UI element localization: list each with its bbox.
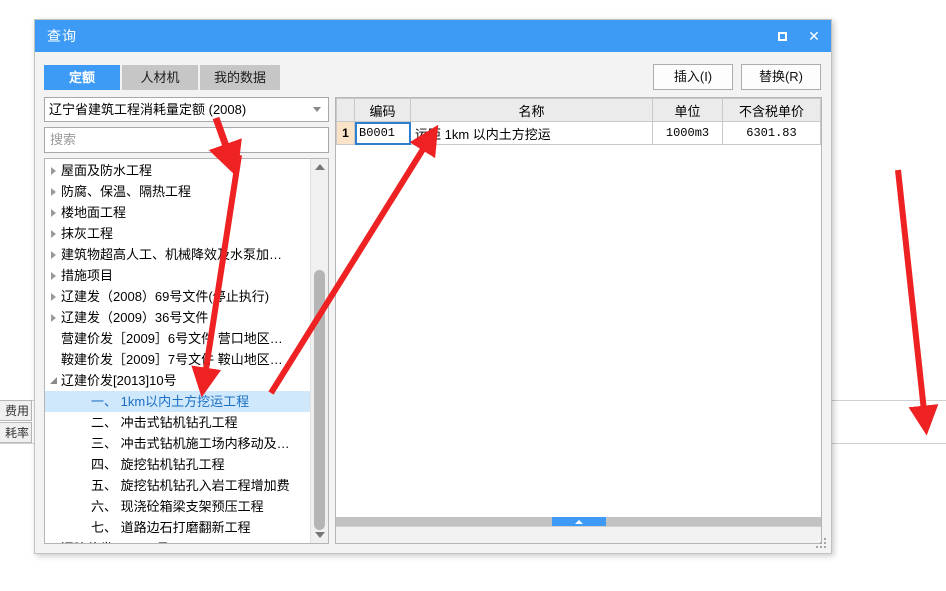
tab-my-data[interactable]: 我的数据 — [200, 65, 281, 90]
tree-item[interactable]: 辽建发（2009）36号文件 — [45, 307, 311, 328]
grid-cell-rownum: 1 — [336, 121, 355, 145]
tree-item[interactable]: 防腐、保温、隔热工程 — [45, 181, 311, 202]
tree-item[interactable]: 屋面及防水工程 — [45, 160, 311, 181]
tab-bar: 定额 人材机 我的数据 — [44, 65, 281, 90]
tree-item-label: 辽建发（2008）69号文件(停止执行) — [61, 289, 270, 304]
chevron-down-icon — [313, 107, 321, 112]
tree-item-label: 建筑物超高人工、机械降效及水泵加… — [61, 247, 283, 262]
chevron-right-icon[interactable] — [45, 208, 61, 217]
bg-column-header-fee: 费用 — [0, 400, 32, 421]
tree-item[interactable]: 六、 现浇砼箱梁支架预压工程 — [45, 496, 311, 517]
grid-cell-price[interactable]: 6301.83 — [722, 121, 821, 145]
bg-column-header-rate: 耗率 — [0, 422, 32, 443]
tree-scrollbar[interactable] — [310, 159, 328, 543]
dialog-title: 查询 — [47, 28, 77, 44]
tree-item[interactable]: 四、 旋挖钻机钻孔工程 — [45, 454, 311, 475]
tree-item-label: 四、 旋挖钻机钻孔工程 — [91, 457, 225, 472]
tree-item[interactable]: 七、 道路边石打磨翻新工程 — [45, 517, 311, 538]
tree-item-label: 一、 1km以内土方挖运工程 — [91, 394, 250, 409]
category-tree[interactable]: 屋面及防水工程防腐、保温、隔热工程 楼地面工程抹灰工程建筑物超高人工、机械降效及水… — [45, 159, 311, 543]
tree-item[interactable]: 建筑物超高人工、机械降效及水泵加… — [45, 244, 311, 265]
chevron-up-icon — [574, 520, 583, 524]
tree-item-label: 辽建价发[2013]10号 — [61, 373, 177, 388]
grid-cell-code[interactable]: B0001 — [354, 121, 411, 145]
chevron-right-icon[interactable] — [45, 313, 61, 322]
grid-header-price[interactable]: 不含税单价 — [722, 98, 821, 122]
tree-item[interactable]: 辽建价发[2014]5号 — [45, 538, 311, 543]
tree-item-label: 七、 道路边石打磨翻新工程 — [91, 520, 251, 535]
chevron-right-icon[interactable] — [45, 271, 61, 280]
tree-item[interactable]: 三、 冲击式钻机施工场内移动及… — [45, 433, 311, 454]
tree-item-label: 措施项目 — [61, 268, 114, 283]
grid-header-name[interactable]: 名称 — [410, 98, 653, 122]
tree-item-label: 屋面及防水工程 — [61, 163, 153, 178]
tree-item-label: 防腐、保温、隔热工程 — [61, 184, 192, 199]
library-dropdown[interactable]: 辽宁省建筑工程消耗量定额 (2008) — [44, 97, 329, 122]
result-panel: 编码 名称 单位 不含税单价 1 B0001 运距 1km 以内土方挖运 100… — [335, 97, 822, 544]
resize-grip[interactable] — [816, 538, 828, 550]
tree-item[interactable]: 营建价发［2009］6号文件 营口地区… — [45, 328, 311, 349]
tree-item[interactable]: 辽建价发[2013]10号 — [45, 370, 311, 391]
tree-item-label: 六、 现浇砼箱梁支架预压工程 — [91, 499, 264, 514]
library-dropdown-value: 辽宁省建筑工程消耗量定额 (2008) — [49, 102, 247, 117]
tab-dinge[interactable]: 定额 — [44, 65, 120, 90]
tree-item-label: 鞍建价发［2009］7号文件 鞍山地区… — [61, 352, 283, 367]
chevron-right-icon[interactable] — [45, 187, 61, 196]
chevron-right-icon[interactable] — [45, 229, 61, 238]
grid-header-row: 编码 名称 单位 不含税单价 — [336, 98, 821, 122]
chevron-right-icon[interactable] — [45, 292, 61, 301]
grid-header-code[interactable]: 编码 — [354, 98, 411, 122]
tree-item[interactable]: 楼地面工程 — [45, 202, 311, 223]
tree-item-label: 二、 冲击式钻机钻孔工程 — [91, 415, 238, 430]
tree-item-selected[interactable]: 一、 1km以内土方挖运工程 — [45, 391, 311, 412]
grid-header-unit[interactable]: 单位 — [652, 98, 723, 122]
insert-button[interactable]: 插入(I) — [653, 64, 733, 90]
replace-button[interactable]: 替换(R) — [741, 64, 821, 90]
left-panel: 辽宁省建筑工程消耗量定额 (2008) 搜索 屋面及防水工程防腐、保温、隔热工程… — [44, 97, 329, 544]
action-button-group: 插入(I) 替换(R) — [653, 64, 821, 90]
chevron-right-icon[interactable] — [45, 250, 61, 259]
maximize-icon[interactable] — [771, 25, 793, 47]
tree-item-label: 三、 冲击式钻机施工场内移动及… — [91, 436, 290, 451]
tab-rencaiji[interactable]: 人材机 — [122, 65, 198, 90]
dialog-body: 定额 人材机 我的数据 插入(I) 替换(R) 辽宁省建筑工程消耗量定额 (20… — [35, 52, 831, 553]
tree-item[interactable]: 五、 旋挖钻机钻孔入岩工程增加费 — [45, 475, 311, 496]
close-icon[interactable]: ✕ — [803, 25, 825, 47]
tree-panel: 屋面及防水工程防腐、保温、隔热工程 楼地面工程抹灰工程建筑物超高人工、机械降效及水… — [44, 158, 329, 544]
dialog-title-bar: 查询 ✕ — [35, 20, 831, 52]
tree-item-label: 辽建价发[2014]5号 — [61, 538, 169, 543]
tree-item[interactable]: 措施项目 — [45, 265, 311, 286]
result-grid: 编码 名称 单位 不含税单价 1 B0001 运距 1km 以内土方挖运 100… — [336, 98, 821, 145]
scrollbar-thumb[interactable] — [314, 270, 325, 530]
table-row[interactable]: 1 B0001 运距 1km 以内土方挖运 1000m3 6301.83 — [336, 121, 821, 145]
search-input[interactable]: 搜索 — [44, 127, 329, 153]
tree-item-label: 营建价发［2009］6号文件 营口地区… — [61, 331, 283, 346]
grid-cell-name[interactable]: 运距 1km 以内土方挖运 — [410, 121, 653, 145]
chevron-down-icon[interactable] — [45, 377, 61, 384]
grid-status-bar — [336, 526, 821, 543]
tree-item-label: 楼地面工程 — [61, 205, 127, 220]
tree-item[interactable]: 鞍建价发［2009］7号文件 鞍山地区… — [45, 349, 311, 370]
tree-item-label: 抹灰工程 — [61, 226, 114, 241]
tree-item-label: 辽建发（2009）36号文件 — [61, 310, 209, 325]
query-dialog: 查询 ✕ 定额 人材机 我的数据 插入(I) 替换(R) 辽宁省建筑工程消耗量定… — [34, 19, 832, 554]
tree-item[interactable]: 抹灰工程 — [45, 223, 311, 244]
tree-item-label: 五、 旋挖钻机钻孔入岩工程增加费 — [91, 478, 290, 493]
scroll-up-icon[interactable] — [311, 159, 328, 175]
window-controls: ✕ — [771, 20, 825, 52]
tree-item[interactable]: 辽建发（2008）69号文件(停止执行) — [45, 286, 311, 307]
grid-cell-unit[interactable]: 1000m3 — [652, 121, 723, 145]
tree-item[interactable]: 二、 冲击式钻机钻孔工程 — [45, 412, 311, 433]
grid-header-rownum — [336, 98, 355, 122]
chevron-right-icon[interactable] — [45, 166, 61, 175]
scroll-down-icon[interactable] — [311, 527, 328, 543]
